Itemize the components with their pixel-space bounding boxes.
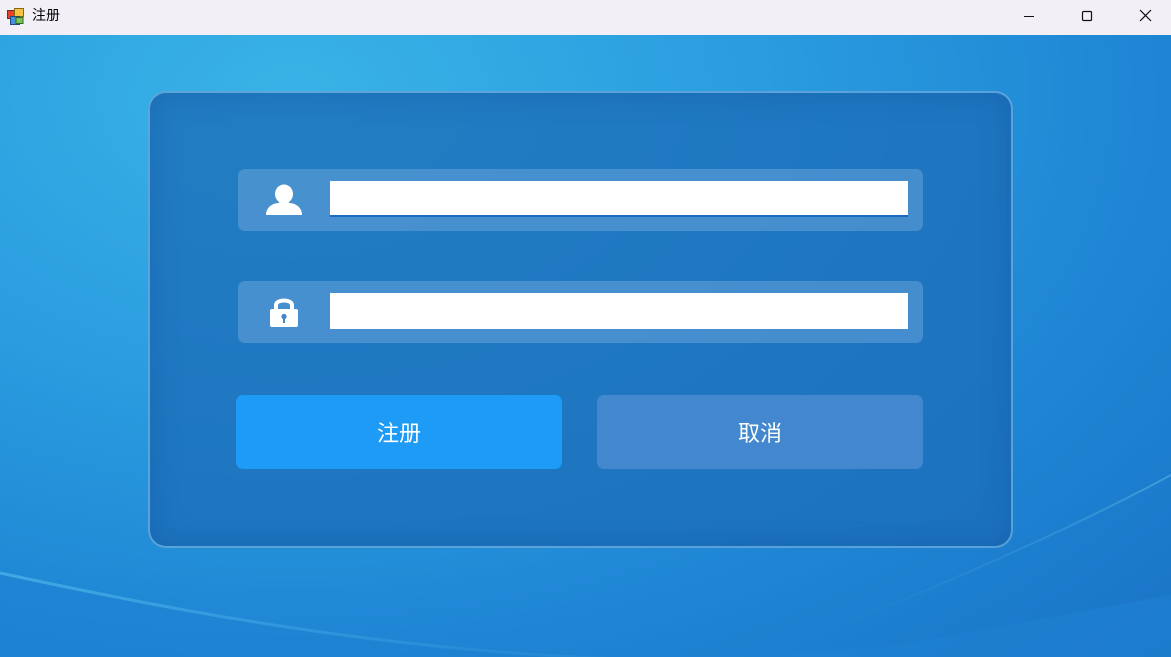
user-icon — [262, 182, 306, 218]
password-input[interactable] — [330, 293, 908, 329]
close-icon — [1139, 7, 1152, 26]
username-input[interactable] — [330, 181, 908, 217]
minimize-icon — [1023, 7, 1035, 26]
minimize-button[interactable] — [1000, 0, 1058, 32]
password-row — [238, 281, 923, 343]
close-button[interactable] — [1116, 0, 1171, 32]
cancel-button[interactable]: 取消 — [597, 395, 923, 469]
username-row — [238, 169, 923, 231]
register-button[interactable]: 注册 — [236, 395, 562, 469]
title-bar: 注册 — [0, 0, 1171, 35]
window-title: 注册 — [32, 8, 60, 24]
maximize-icon — [1081, 7, 1093, 26]
lock-icon — [262, 294, 306, 330]
app-window-icon — [7, 8, 24, 25]
maximize-button[interactable] — [1058, 0, 1116, 32]
register-window: 注册 注册 取消 — [0, 0, 1171, 657]
